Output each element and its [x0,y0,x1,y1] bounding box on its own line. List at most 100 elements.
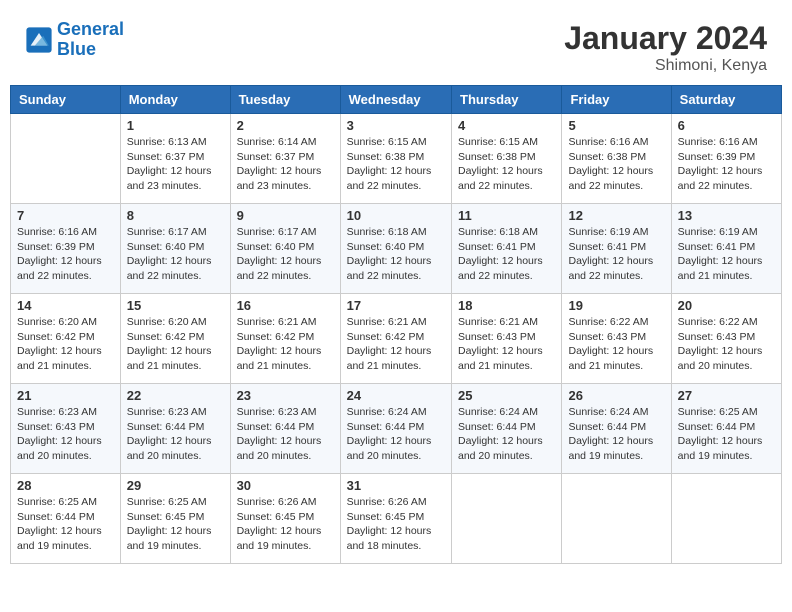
day-number: 23 [237,388,334,403]
column-header-tuesday: Tuesday [230,86,340,114]
column-header-thursday: Thursday [452,86,562,114]
day-number: 22 [127,388,224,403]
day-info: Sunrise: 6:15 AMSunset: 6:38 PMDaylight:… [347,135,445,194]
day-info: Sunrise: 6:16 AMSunset: 6:39 PMDaylight:… [678,135,775,194]
day-info: Sunrise: 6:16 AMSunset: 6:39 PMDaylight:… [17,225,114,284]
column-header-sunday: Sunday [11,86,121,114]
day-info: Sunrise: 6:24 AMSunset: 6:44 PMDaylight:… [458,405,555,464]
title-block: January 2024 Shimoni, Kenya [564,20,767,75]
calendar-cell: 28 Sunrise: 6:25 AMSunset: 6:44 PMDayligh… [11,474,121,564]
day-number: 4 [458,118,555,133]
day-number: 7 [17,208,114,223]
main-title: January 2024 [564,20,767,57]
calendar-cell: 9 Sunrise: 6:17 AMSunset: 6:40 PMDaylight… [230,204,340,294]
day-info: Sunrise: 6:22 AMSunset: 6:43 PMDaylight:… [678,315,775,374]
day-number: 2 [237,118,334,133]
day-info: Sunrise: 6:17 AMSunset: 6:40 PMDaylight:… [237,225,334,284]
day-info: Sunrise: 6:24 AMSunset: 6:44 PMDaylight:… [347,405,445,464]
calendar-cell [562,474,671,564]
day-info: Sunrise: 6:19 AMSunset: 6:41 PMDaylight:… [568,225,664,284]
calendar-cell: 21Sunrise: 6:23 AMSunset: 6:43 PMDayligh… [11,384,121,474]
column-header-monday: Monday [120,86,230,114]
day-number: 17 [347,298,445,313]
calendar-cell: 27Sunrise: 6:25 AMSunset: 6:44 PMDayligh… [671,384,781,474]
day-info: Sunrise: 6:23 AMSunset: 6:44 PMDaylight:… [237,405,334,464]
calendar-cell: 25 Sunrise: 6:24 AMSunset: 6:44 PMDayligh… [452,384,562,474]
day-number: 31 [347,478,445,493]
day-number: 18 [458,298,555,313]
calendar-cell: 14 Sunrise: 6:20 AMSunset: 6:42 PMDayligh… [11,294,121,384]
day-number: 29 [127,478,224,493]
week-row-4: 21Sunrise: 6:23 AMSunset: 6:43 PMDayligh… [11,384,782,474]
week-row-5: 28 Sunrise: 6:25 AMSunset: 6:44 PMDayligh… [11,474,782,564]
calendar-cell: 30 Sunrise: 6:26 AMSunset: 6:45 PMDayligh… [230,474,340,564]
calendar-cell: 1Sunrise: 6:13 AMSunset: 6:37 PMDaylight… [120,114,230,204]
calendar-cell: 15Sunrise: 6:20 AMSunset: 6:42 PMDayligh… [120,294,230,384]
day-number: 10 [347,208,445,223]
day-number: 1 [127,118,224,133]
day-info: Sunrise: 6:21 AMSunset: 6:42 PMDaylight:… [347,315,445,374]
week-row-2: 7 Sunrise: 6:16 AMSunset: 6:39 PMDaylight… [11,204,782,294]
calendar-cell: 13 Sunrise: 6:19 AMSunset: 6:41 PMDayligh… [671,204,781,294]
day-info: Sunrise: 6:19 AMSunset: 6:41 PMDaylight:… [678,225,775,284]
day-number: 30 [237,478,334,493]
calendar-cell: 29 Sunrise: 6:25 AMSunset: 6:45 PMDayligh… [120,474,230,564]
day-info: Sunrise: 6:15 AMSunset: 6:38 PMDaylight:… [458,135,555,194]
day-number: 26 [568,388,664,403]
day-number: 9 [237,208,334,223]
day-info: Sunrise: 6:22 AMSunset: 6:43 PMDaylight:… [568,315,664,374]
day-number: 5 [568,118,664,133]
day-number: 24 [347,388,445,403]
day-info: Sunrise: 6:21 AMSunset: 6:42 PMDaylight:… [237,315,334,374]
calendar-cell: 4 Sunrise: 6:15 AMSunset: 6:38 PMDaylight… [452,114,562,204]
calendar-cell: 26 Sunrise: 6:24 AMSunset: 6:44 PMDayligh… [562,384,671,474]
day-info: Sunrise: 6:26 AMSunset: 6:45 PMDaylight:… [347,495,445,554]
calendar-cell: 22 Sunrise: 6:23 AMSunset: 6:44 PMDayligh… [120,384,230,474]
day-info: Sunrise: 6:21 AMSunset: 6:43 PMDaylight:… [458,315,555,374]
day-number: 14 [17,298,114,313]
column-header-friday: Friday [562,86,671,114]
calendar-cell: 3Sunrise: 6:15 AMSunset: 6:38 PMDaylight… [340,114,451,204]
day-info: Sunrise: 6:18 AMSunset: 6:41 PMDaylight:… [458,225,555,284]
day-info: Sunrise: 6:23 AMSunset: 6:44 PMDaylight:… [127,405,224,464]
day-info: Sunrise: 6:20 AMSunset: 6:42 PMDaylight:… [17,315,114,374]
day-number: 20 [678,298,775,313]
page-header: General Blue January 2024 Shimoni, Kenya [10,10,782,80]
day-number: 8 [127,208,224,223]
calendar-cell: 12Sunrise: 6:19 AMSunset: 6:41 PMDayligh… [562,204,671,294]
day-info: Sunrise: 6:24 AMSunset: 6:44 PMDaylight:… [568,405,664,464]
subtitle: Shimoni, Kenya [564,57,767,75]
calendar-cell [452,474,562,564]
calendar-cell: 10Sunrise: 6:18 AMSunset: 6:40 PMDayligh… [340,204,451,294]
calendar-cell: 6Sunrise: 6:16 AMSunset: 6:39 PMDaylight… [671,114,781,204]
day-number: 13 [678,208,775,223]
column-header-saturday: Saturday [671,86,781,114]
calendar-cell: 7 Sunrise: 6:16 AMSunset: 6:39 PMDaylight… [11,204,121,294]
calendar-cell [11,114,121,204]
calendar-cell: 31 Sunrise: 6:26 AMSunset: 6:45 PMDayligh… [340,474,451,564]
day-info: Sunrise: 6:23 AMSunset: 6:43 PMDaylight:… [17,405,114,464]
day-info: Sunrise: 6:25 AMSunset: 6:45 PMDaylight:… [127,495,224,554]
day-info: Sunrise: 6:25 AMSunset: 6:44 PMDaylight:… [678,405,775,464]
day-info: Sunrise: 6:26 AMSunset: 6:45 PMDaylight:… [237,495,334,554]
day-number: 25 [458,388,555,403]
calendar-cell: 20 Sunrise: 6:22 AMSunset: 6:43 PMDayligh… [671,294,781,384]
calendar-cell [671,474,781,564]
logo-line2: Blue [57,39,96,59]
logo-text: General Blue [57,20,124,60]
day-info: Sunrise: 6:16 AMSunset: 6:38 PMDaylight:… [568,135,664,194]
calendar-cell: 17 Sunrise: 6:21 AMSunset: 6:42 PMDayligh… [340,294,451,384]
calendar-cell: 16 Sunrise: 6:21 AMSunset: 6:42 PMDayligh… [230,294,340,384]
calendar-table: SundayMondayTuesdayWednesdayThursdayFrid… [10,85,782,564]
day-info: Sunrise: 6:14 AMSunset: 6:37 PMDaylight:… [237,135,334,194]
day-number: 19 [568,298,664,313]
logo-icon [25,26,53,54]
day-number: 28 [17,478,114,493]
day-info: Sunrise: 6:25 AMSunset: 6:44 PMDaylight:… [17,495,114,554]
calendar-cell: 5 Sunrise: 6:16 AMSunset: 6:38 PMDaylight… [562,114,671,204]
day-info: Sunrise: 6:17 AMSunset: 6:40 PMDaylight:… [127,225,224,284]
day-number: 11 [458,208,555,223]
calendar-cell: 8 Sunrise: 6:17 AMSunset: 6:40 PMDaylight… [120,204,230,294]
day-number: 16 [237,298,334,313]
column-header-wednesday: Wednesday [340,86,451,114]
